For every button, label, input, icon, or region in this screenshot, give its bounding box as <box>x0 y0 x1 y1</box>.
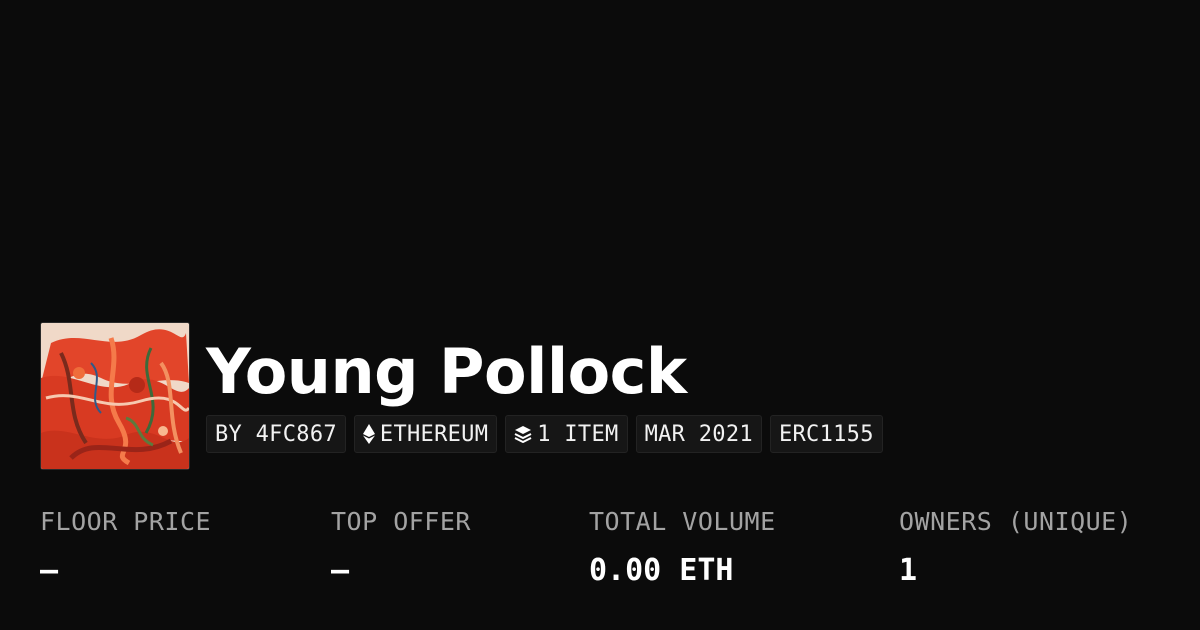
collection-thumbnail <box>40 322 190 470</box>
owners-label: OWNERS (UNIQUE) <box>899 507 1133 536</box>
collection-title: Young Pollock <box>206 335 687 408</box>
item-count-chip: 1 ITEM <box>505 415 628 453</box>
floor-price-label: FLOOR PRICE <box>40 507 212 536</box>
chain-chip-label: ETHEREUM <box>379 421 489 447</box>
top-offer-label: TOP OFFER <box>331 507 471 536</box>
abstract-painting-image <box>41 323 189 469</box>
layers-icon <box>514 425 532 443</box>
total-volume-stat: TOTAL VOLUME 0.00 ETH <box>589 505 776 588</box>
collection-info-chips: BY 4FC867 ETHEREUM 1 ITEM MAR 2021 ERC11… <box>206 415 883 453</box>
item-count-chip-label: 1 ITEM <box>537 421 619 447</box>
token-standard-chip-label: ERC1155 <box>778 421 874 447</box>
date-chip: MAR 2021 <box>635 415 762 453</box>
total-volume-label: TOTAL VOLUME <box>589 507 776 536</box>
owners-stat: OWNERS (UNIQUE) 1 <box>899 505 1132 588</box>
date-chip-label: MAR 2021 <box>644 421 753 447</box>
ethereum-icon <box>362 424 375 444</box>
total-volume-value: 0.00 ETH <box>589 553 734 588</box>
creator-chip[interactable]: BY 4FC867 <box>206 415 346 453</box>
owners-value: 1 <box>899 553 918 588</box>
top-offer-value: – <box>331 553 350 588</box>
floor-price-value: – <box>40 553 59 588</box>
creator-chip-label: BY 4FC867 <box>215 421 337 447</box>
floor-price-stat: FLOOR PRICE – <box>40 505 211 588</box>
token-standard-chip: ERC1155 <box>769 415 883 453</box>
top-offer-stat: TOP OFFER – <box>331 505 471 588</box>
chain-chip: ETHEREUM <box>353 415 498 453</box>
